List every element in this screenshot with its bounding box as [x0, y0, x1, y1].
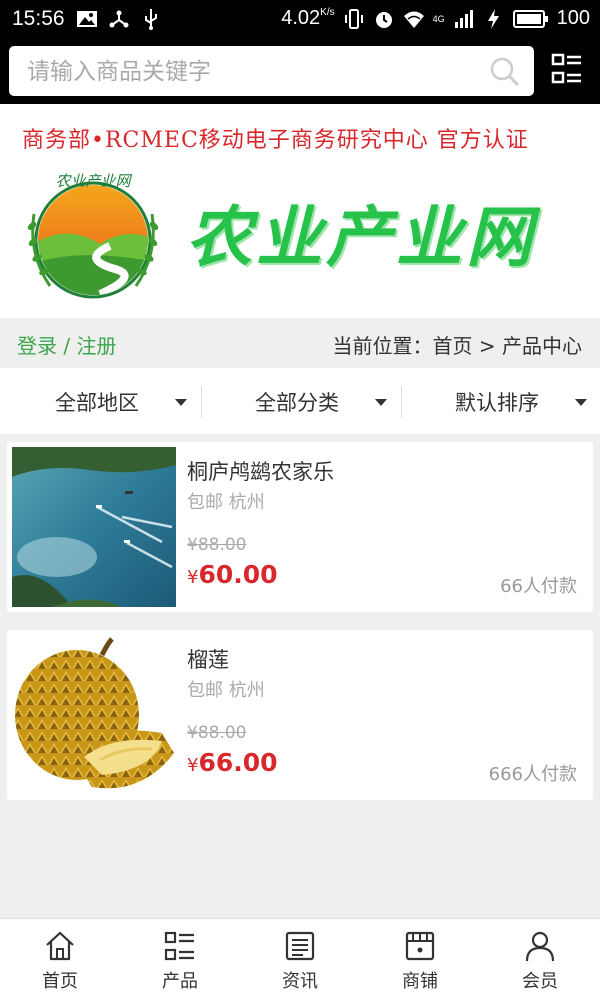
category-menu-icon[interactable] — [551, 52, 583, 86]
breadcrumb-home[interactable]: 首页 — [433, 334, 473, 358]
product-card[interactable]: 桐庐鸬鹚农家乐 包邮 杭州 ¥88.00 ¥60.00 66人付款 — [7, 442, 593, 612]
network-type: 4G — [432, 13, 445, 24]
filter-category[interactable]: 全部分类 — [200, 368, 400, 434]
tab-label: 首页 — [42, 971, 78, 992]
wifi-icon — [403, 11, 424, 28]
auth-separator: / — [63, 334, 71, 358]
filter-sort[interactable]: 默认排序 — [400, 368, 600, 434]
usb-debug-icon — [109, 10, 129, 28]
site-title: 农业产业网 — [186, 198, 536, 276]
site-banner[interactable]: 商务部•RCMEC移动电子商务研究中心 官方认证 农业产业网 农业产业网 — [0, 104, 600, 318]
chevron-down-icon — [375, 399, 387, 406]
tab-shops[interactable]: 商铺 — [360, 919, 480, 1001]
location-label: 当前位置： — [332, 334, 433, 358]
certification-tagline: 商务部•RCMEC移动电子商务研究中心 官方认证 — [22, 128, 529, 153]
product-name[interactable]: 桐庐鸬鹚农家乐 — [187, 456, 334, 486]
status-time: 15:56 — [12, 7, 65, 30]
breadcrumb: 当前位置：首页 > 产品中心 — [333, 330, 582, 359]
battery-icon — [512, 9, 548, 28]
shop-icon — [405, 931, 435, 961]
member-icon — [525, 931, 555, 962]
register-link[interactable]: 注册 — [76, 334, 116, 358]
product-card[interactable]: 榴莲 包邮 杭州 ¥88.00 ¥66.00 666人付款 — [7, 630, 593, 800]
breadcrumb-bar: 登录 / 注册 当前位置：首页 > 产品中心 — [0, 318, 600, 368]
chevron-down-icon — [575, 399, 587, 406]
search-icon[interactable] — [490, 57, 520, 87]
bottom-tab-bar: 首页 产品 资讯 商铺 会员 — [0, 918, 600, 1001]
product-meta: 包邮 杭州 — [187, 676, 265, 702]
product-city: 杭州 — [228, 680, 265, 701]
auth-links: 登录 / 注册 — [17, 330, 116, 359]
breadcrumb-arrow: > — [478, 334, 496, 358]
product-name[interactable]: 榴莲 — [187, 644, 229, 674]
sale-price: ¥60.00 — [187, 560, 278, 589]
battery-level: 100 — [556, 7, 590, 29]
usb-icon — [145, 9, 157, 30]
sale-price: ¥66.00 — [187, 748, 278, 777]
login-link[interactable]: 登录 — [17, 334, 57, 358]
price-value: 60.00 — [198, 560, 278, 589]
currency-symbol: ¥ — [187, 567, 199, 588]
alarm-icon — [375, 11, 392, 28]
search-box[interactable] — [9, 46, 534, 98]
news-icon — [285, 931, 315, 961]
product-image-durian[interactable] — [12, 635, 176, 795]
network-speed: 4.02K/s — [281, 7, 334, 30]
tab-label: 会员 — [522, 971, 558, 992]
original-price: ¥88.00 — [187, 723, 247, 743]
original-price: ¥88.00 — [187, 535, 247, 555]
currency-symbol: ¥ — [187, 755, 199, 776]
tab-label: 资讯 — [282, 971, 318, 992]
status-bar: 15:56 4.02K/s 4G 100 — [0, 0, 600, 38]
filter-region[interactable]: 全部地区 — [0, 368, 200, 434]
tab-label: 产品 — [162, 971, 198, 992]
speed-value: 4.02 — [281, 7, 321, 29]
shipping-label: 包邮 — [187, 680, 223, 701]
search-input[interactable] — [25, 46, 489, 98]
tab-news[interactable]: 资讯 — [240, 919, 360, 1001]
signal-icon — [454, 9, 473, 28]
product-city: 杭州 — [228, 492, 265, 513]
shipping-label: 包邮 — [187, 492, 223, 513]
tab-member[interactable]: 会员 — [480, 919, 600, 1001]
image-icon — [77, 11, 97, 27]
tab-label: 商铺 — [402, 971, 438, 992]
vibrate-icon — [344, 8, 363, 29]
filter-sort-label: 默认排序 — [455, 391, 539, 415]
logo-text: 农业产业网 — [55, 172, 132, 190]
filter-category-label: 全部分类 — [255, 391, 339, 415]
sales-count: 666人付款 — [488, 764, 577, 785]
filter-region-label: 全部地区 — [55, 391, 139, 415]
charging-icon — [487, 8, 499, 29]
search-bar — [0, 38, 600, 104]
tab-products[interactable]: 产品 — [120, 919, 240, 1001]
product-list-icon — [164, 931, 194, 961]
breadcrumb-current: 产品中心 — [502, 334, 582, 358]
site-logo-emblem: 农业产业网 — [27, 172, 159, 299]
filter-bar: 全部地区 全部分类 默认排序 — [0, 368, 600, 434]
home-icon — [46, 931, 74, 961]
price-value: 66.00 — [198, 748, 278, 777]
speed-unit: K/s — [320, 7, 335, 18]
chevron-down-icon — [175, 399, 187, 406]
product-image-lake[interactable] — [12, 447, 176, 607]
sales-count: 66人付款 — [500, 576, 577, 597]
product-meta: 包邮 杭州 — [187, 488, 265, 514]
tab-home[interactable]: 首页 — [0, 919, 120, 1001]
